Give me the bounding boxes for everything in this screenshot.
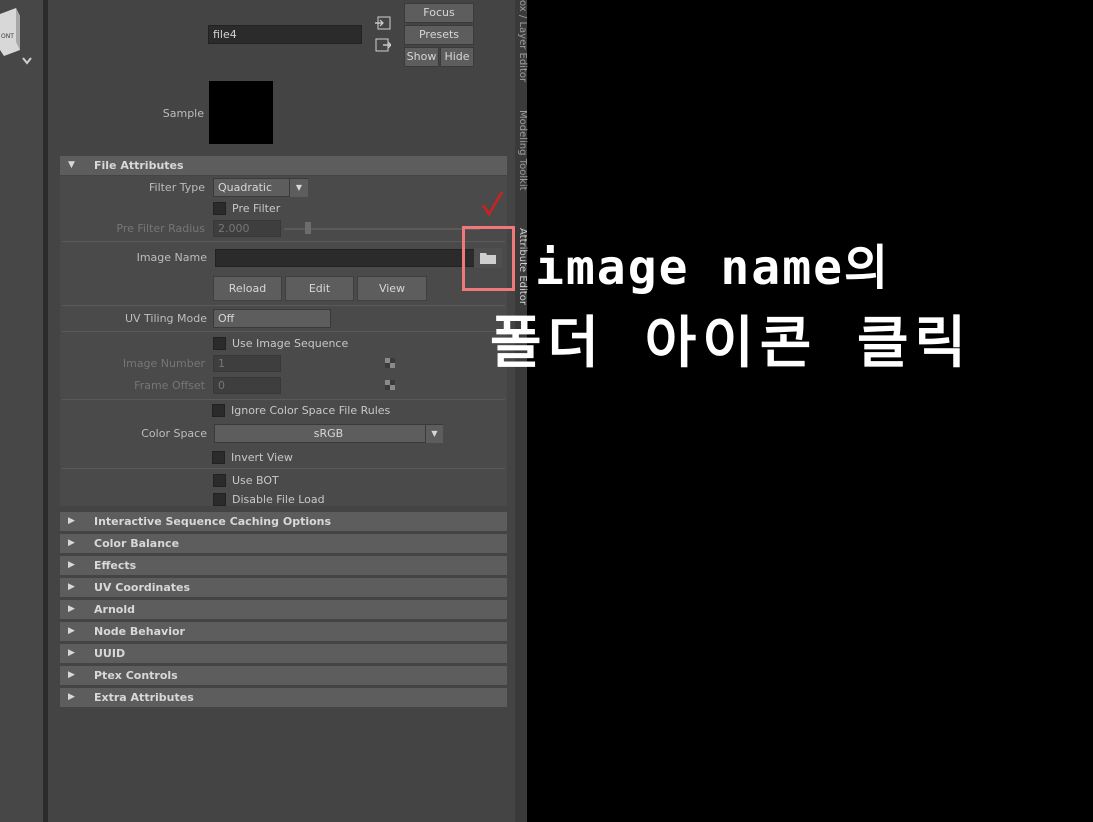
- ignore-color-space-label: Ignore Color Space File Rules: [231, 404, 391, 417]
- color-space-value: sRGB: [313, 427, 344, 440]
- section-title: File Attributes: [94, 159, 184, 172]
- invert-view-label: Invert View: [231, 451, 293, 464]
- viewport-strip: ONT: [0, 0, 44, 822]
- image-number-field[interactable]: 1: [213, 355, 281, 372]
- section-title: Effects: [94, 559, 137, 572]
- divider: [62, 468, 505, 469]
- ignore-color-space-checkbox[interactable]: [212, 404, 225, 417]
- section-effects[interactable]: ▶ Effects: [60, 556, 507, 575]
- expand-arrow-icon: ▶: [68, 538, 75, 548]
- viewcube-face-label: ONT: [1, 33, 14, 40]
- use-image-sequence-checkbox[interactable]: [213, 337, 226, 350]
- chevron-down-icon[interactable]: [18, 54, 36, 68]
- color-space-label: Color Space: [141, 427, 207, 440]
- use-bot-label: Use BOT: [232, 474, 279, 487]
- section-node-behavior[interactable]: ▶ Node Behavior: [60, 622, 507, 641]
- section-extra-attributes[interactable]: ▶ Extra Attributes: [60, 688, 507, 707]
- filter-type-label: Filter Type: [148, 181, 205, 194]
- chevron-down-icon: ▼: [425, 425, 443, 443]
- pre-filter-radius-field[interactable]: 2.000: [213, 220, 281, 237]
- disable-file-load-label: Disable File Load: [232, 493, 325, 506]
- section-arnold[interactable]: ▶ Arnold: [60, 600, 507, 619]
- tab-channel-box-layer-editor[interactable]: ox / Layer Editor: [517, 0, 528, 82]
- pre-filter-radius-slider-handle[interactable]: [305, 222, 311, 234]
- frame-offset-label: Frame Offset: [134, 379, 205, 392]
- expand-arrow-icon: ▶: [68, 670, 75, 680]
- invert-view-checkbox[interactable]: [212, 451, 225, 464]
- view-button[interactable]: View: [357, 276, 427, 301]
- attribute-editor-panel: file: file4 Focus Presets Show Hide Samp…: [48, 0, 515, 822]
- disable-file-load-checkbox[interactable]: [213, 493, 226, 506]
- expand-arrow-icon: ▶: [68, 648, 75, 658]
- reload-button[interactable]: Reload: [213, 276, 282, 301]
- expand-arrow-icon: ▶: [68, 582, 75, 592]
- filter-type-value: Quadratic: [218, 181, 273, 194]
- annotation-text-line1: image name의: [535, 240, 891, 296]
- tab-modeling-toolkit[interactable]: Modeling Toolkit: [517, 110, 528, 205]
- section-title: Ptex Controls: [94, 669, 178, 682]
- section-title: UV Coordinates: [94, 581, 191, 594]
- presets-button[interactable]: Presets: [404, 25, 474, 45]
- section-file-attributes[interactable]: ▼ File Attributes: [60, 156, 507, 175]
- section-color-balance[interactable]: ▶ Color Balance: [60, 534, 507, 553]
- input-connection-icon[interactable]: [375, 16, 391, 30]
- highlight-box: [462, 226, 515, 291]
- use-bot-checkbox[interactable]: [213, 474, 226, 487]
- use-image-sequence-label: Use Image Sequence: [232, 337, 349, 350]
- pre-filter-checkbox[interactable]: [213, 202, 226, 215]
- show-button[interactable]: Show: [404, 47, 439, 67]
- filter-type-dropdown[interactable]: Quadratic ▼: [213, 178, 308, 197]
- expand-arrow-icon: ▼: [68, 160, 75, 170]
- hide-button[interactable]: Hide: [440, 47, 474, 67]
- expand-arrow-icon: ▶: [68, 692, 75, 702]
- color-space-dropdown[interactable]: sRGB ▼: [214, 424, 443, 443]
- keyframe-icon[interactable]: [385, 380, 395, 390]
- uv-tiling-mode-label: UV Tiling Mode: [124, 312, 207, 325]
- output-connection-icon[interactable]: [375, 38, 391, 52]
- expand-arrow-icon: ▶: [68, 604, 75, 614]
- section-title: UUID: [94, 647, 126, 660]
- checkmark-icon: [481, 191, 504, 217]
- chevron-down-icon: ▼: [289, 179, 308, 197]
- section-title: Color Balance: [94, 537, 180, 550]
- pre-filter-label: Pre Filter: [232, 202, 281, 215]
- section-title: Extra Attributes: [94, 691, 194, 704]
- edit-button[interactable]: Edit: [285, 276, 354, 301]
- image-number-label: Image Number: [122, 357, 205, 370]
- divider: [62, 399, 505, 400]
- section-title: Interactive Sequence Caching Options: [94, 515, 332, 528]
- keyframe-icon[interactable]: [385, 358, 395, 368]
- sample-label: Sample: [162, 107, 204, 120]
- section-uv-coordinates[interactable]: ▶ UV Coordinates: [60, 578, 507, 597]
- pre-filter-radius-label: Pre Filter Radius: [116, 222, 205, 235]
- focus-button[interactable]: Focus: [404, 3, 474, 23]
- viewcube-icon[interactable]: ONT: [0, 6, 20, 56]
- divider: [62, 305, 505, 306]
- annotation-text-line2: 폴더 아이콘 클릭: [490, 311, 973, 376]
- sample-swatch: [209, 81, 273, 144]
- section-interactive-sequence-caching[interactable]: ▶ Interactive Sequence Caching Options: [60, 512, 507, 531]
- divider: [62, 241, 505, 242]
- uv-tiling-mode-value: Off: [218, 312, 235, 325]
- section-title: Node Behavior: [94, 625, 185, 638]
- section-ptex-controls[interactable]: ▶ Ptex Controls: [60, 666, 507, 685]
- section-title: Arnold: [94, 603, 135, 616]
- pre-filter-radius-slider-track[interactable]: [284, 228, 480, 230]
- expand-arrow-icon: ▶: [68, 516, 75, 526]
- image-name-input[interactable]: [215, 249, 475, 267]
- frame-offset-field[interactable]: 0: [213, 377, 281, 394]
- expand-arrow-icon: ▶: [68, 560, 75, 570]
- node-name-input[interactable]: file4: [208, 25, 362, 44]
- section-uuid[interactable]: ▶ UUID: [60, 644, 507, 663]
- image-name-label: Image Name: [136, 251, 207, 264]
- expand-arrow-icon: ▶: [68, 626, 75, 636]
- uv-tiling-mode-dropdown[interactable]: Off: [213, 309, 331, 328]
- divider: [62, 331, 505, 332]
